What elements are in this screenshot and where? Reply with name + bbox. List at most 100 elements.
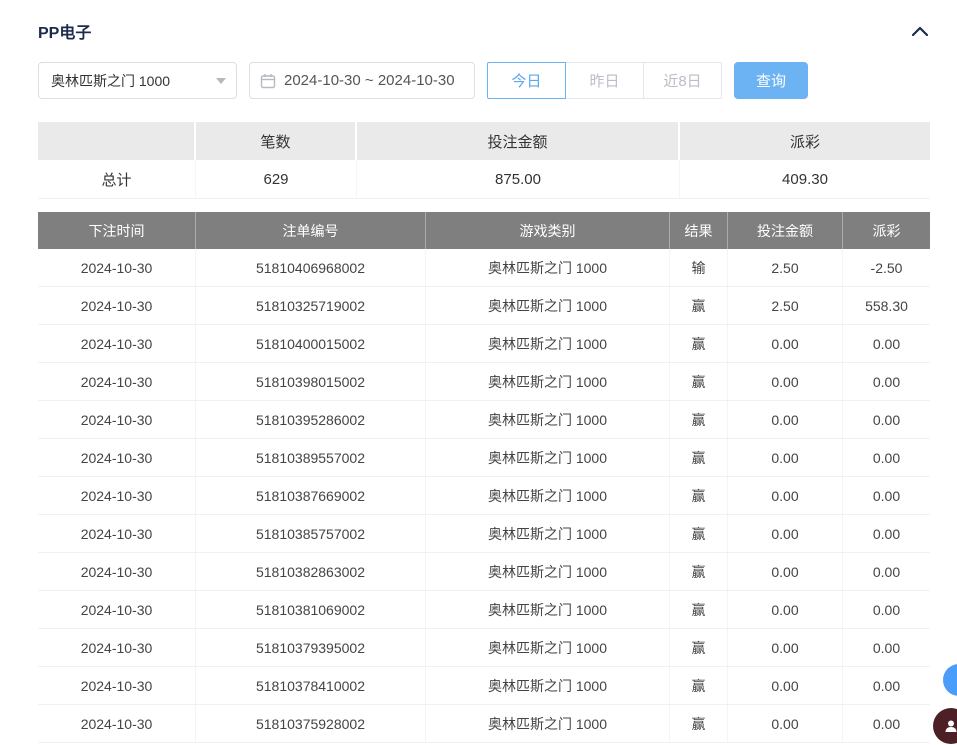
cell-bet-amount: 0.00: [728, 439, 843, 476]
cell-game-type: 奥林匹斯之门 1000: [426, 401, 670, 438]
cell-bet-time: 2024-10-30: [38, 363, 196, 400]
cell-bet-id: 51810400015002: [196, 325, 426, 362]
cell-payout: 0.00: [843, 705, 930, 742]
filter-bar: 奥林匹斯之门 1000 2024-10-30 ~ 2024-10-30 今日 昨…: [38, 62, 930, 99]
cell-bet-id: 51810398015002: [196, 363, 426, 400]
summary-total-count: 629: [196, 160, 357, 198]
cell-result: 赢: [670, 287, 728, 324]
cell-payout: -2.50: [843, 249, 930, 286]
cell-game-type: 奥林匹斯之门 1000: [426, 591, 670, 628]
cell-game-type: 奥林匹斯之门 1000: [426, 249, 670, 286]
cell-bet-time: 2024-10-30: [38, 553, 196, 590]
cell-payout: 0.00: [843, 629, 930, 666]
floating-chat-button[interactable]: [943, 664, 957, 696]
cell-bet-id: 51810406968002: [196, 249, 426, 286]
cell-bet-amount: 0.00: [728, 629, 843, 666]
table-row: 2024-10-30 51810325719002 奥林匹斯之门 1000 赢 …: [38, 287, 930, 325]
cell-bet-amount: 0.00: [728, 553, 843, 590]
table-row: 2024-10-30 51810389557002 奥林匹斯之门 1000 赢 …: [38, 439, 930, 477]
cell-bet-id: 51810378410002: [196, 667, 426, 704]
cell-bet-time: 2024-10-30: [38, 629, 196, 666]
cell-result: 赢: [670, 401, 728, 438]
cell-bet-amount: 0.00: [728, 667, 843, 704]
cell-bet-id: 51810395286002: [196, 401, 426, 438]
cell-payout: 0.00: [843, 553, 930, 590]
game-select-value: 奥林匹斯之门 1000: [51, 71, 170, 91]
cell-result: 赢: [670, 667, 728, 704]
table-row: 2024-10-30 51810382863002 奥林匹斯之门 1000 赢 …: [38, 553, 930, 591]
customer-service-icon: [943, 718, 957, 734]
summary-table: 笔数 投注金额 派彩 总计 629 875.00 409.30: [38, 122, 930, 199]
summary-total-label: 总计: [38, 160, 196, 198]
cell-bet-time: 2024-10-30: [38, 287, 196, 324]
table-row: 2024-10-30 51810385757002 奥林匹斯之门 1000 赢 …: [38, 515, 930, 553]
table-row: 2024-10-30 51810381069002 奥林匹斯之门 1000 赢 …: [38, 591, 930, 629]
pp-games-panel: PP电子 奥林匹斯之门 1000 2024-10-30 ~ 2024-10-30: [38, 0, 930, 743]
cell-bet-amount: 2.50: [728, 249, 843, 286]
cell-game-type: 奥林匹斯之门 1000: [426, 629, 670, 666]
cell-bet-time: 2024-10-30: [38, 249, 196, 286]
cell-bet-amount: 0.00: [728, 705, 843, 742]
cell-bet-amount: 0.00: [728, 477, 843, 514]
header-bet-id: 注单编号: [196, 212, 426, 249]
summary-total-payout: 409.30: [680, 160, 930, 198]
cell-bet-time: 2024-10-30: [38, 477, 196, 514]
cell-payout: 558.30: [843, 287, 930, 324]
date-range-picker[interactable]: 2024-10-30 ~ 2024-10-30: [249, 62, 475, 99]
detail-table-body: 2024-10-30 51810406968002 奥林匹斯之门 1000 输 …: [38, 249, 930, 743]
cell-bet-amount: 0.00: [728, 401, 843, 438]
cell-result: 赢: [670, 477, 728, 514]
cell-bet-amount: 0.00: [728, 363, 843, 400]
cell-bet-id: 51810389557002: [196, 439, 426, 476]
header-game-type: 游戏类别: [426, 212, 670, 249]
cell-payout: 0.00: [843, 667, 930, 704]
yesterday-button[interactable]: 昨日: [565, 62, 644, 99]
cell-result: 赢: [670, 439, 728, 476]
chevron-up-icon[interactable]: [910, 21, 930, 41]
table-row: 2024-10-30 51810395286002 奥林匹斯之门 1000 赢 …: [38, 401, 930, 439]
table-row: 2024-10-30 51810400015002 奥林匹斯之门 1000 赢 …: [38, 325, 930, 363]
cell-result: 赢: [670, 553, 728, 590]
last-8-days-button[interactable]: 近8日: [643, 62, 722, 99]
cell-bet-id: 51810379395002: [196, 629, 426, 666]
cell-bet-id: 51810325719002: [196, 287, 426, 324]
cell-result: 赢: [670, 325, 728, 362]
cell-game-type: 奥林匹斯之门 1000: [426, 553, 670, 590]
cell-payout: 0.00: [843, 591, 930, 628]
summary-header-count: 笔数: [196, 122, 357, 160]
cell-result: 输: [670, 249, 728, 286]
summary-total-row: 总计 629 875.00 409.30: [38, 160, 930, 199]
cell-result: 赢: [670, 705, 728, 742]
floating-customer-service-button[interactable]: [933, 708, 957, 744]
query-button[interactable]: 查询: [734, 62, 808, 99]
panel-header: PP电子: [38, 0, 930, 44]
cell-payout: 0.00: [843, 401, 930, 438]
page-title: PP电子: [38, 19, 91, 43]
cell-payout: 0.00: [843, 325, 930, 362]
cell-result: 赢: [670, 591, 728, 628]
detail-header-row: 下注时间 注单编号 游戏类别 结果 投注金额 派彩: [38, 212, 930, 249]
cell-game-type: 奥林匹斯之门 1000: [426, 515, 670, 552]
cell-result: 赢: [670, 363, 728, 400]
today-button[interactable]: 今日: [487, 62, 566, 99]
summary-header-bet-amount: 投注金额: [357, 122, 680, 160]
game-select[interactable]: 奥林匹斯之门 1000: [38, 62, 237, 99]
cell-game-type: 奥林匹斯之门 1000: [426, 287, 670, 324]
cell-bet-time: 2024-10-30: [38, 515, 196, 552]
cell-bet-id: 51810382863002: [196, 553, 426, 590]
header-payout: 派彩: [843, 212, 930, 249]
cell-bet-time: 2024-10-30: [38, 591, 196, 628]
cell-game-type: 奥林匹斯之门 1000: [426, 477, 670, 514]
date-range-value: 2024-10-30 ~ 2024-10-30: [284, 72, 455, 89]
cell-bet-amount: 0.00: [728, 325, 843, 362]
header-result: 结果: [670, 212, 728, 249]
cell-bet-time: 2024-10-30: [38, 439, 196, 476]
cell-payout: 0.00: [843, 515, 930, 552]
cell-bet-time: 2024-10-30: [38, 325, 196, 362]
table-row: 2024-10-30 51810375928002 奥林匹斯之门 1000 赢 …: [38, 705, 930, 743]
cell-result: 赢: [670, 629, 728, 666]
cell-bet-amount: 0.00: [728, 591, 843, 628]
table-row: 2024-10-30 51810398015002 奥林匹斯之门 1000 赢 …: [38, 363, 930, 401]
summary-header-payout: 派彩: [680, 122, 930, 160]
summary-header-blank: [38, 122, 196, 160]
